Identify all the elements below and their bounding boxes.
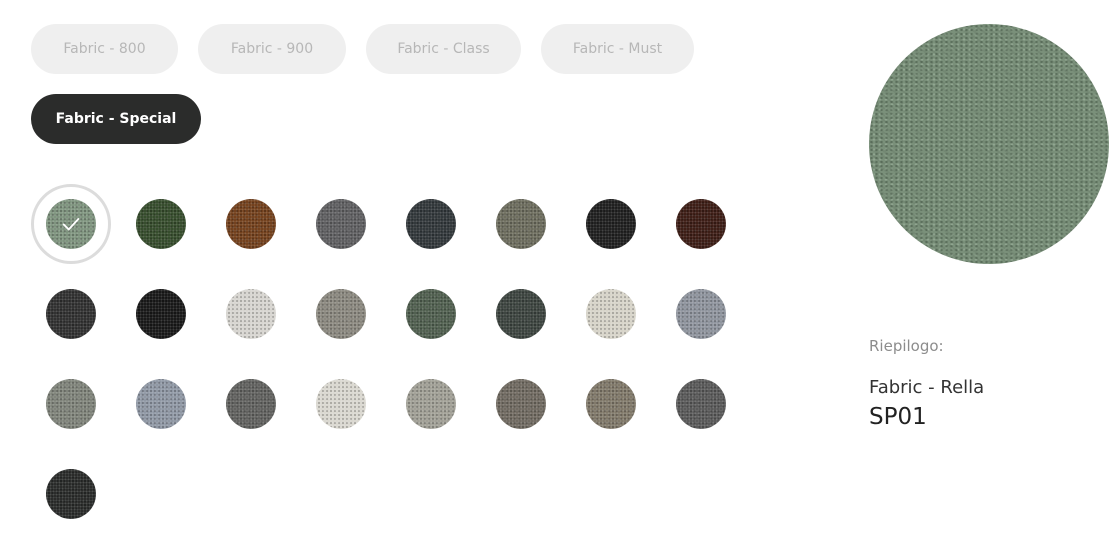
swatch-color-circle	[226, 289, 276, 339]
swatch-color-circle	[226, 199, 276, 249]
swatch-color-circle	[316, 289, 366, 339]
color-swatch[interactable]	[391, 364, 471, 444]
color-swatch[interactable]	[391, 184, 471, 264]
color-swatch[interactable]	[31, 454, 111, 534]
color-swatch[interactable]	[121, 364, 201, 444]
color-swatch[interactable]	[571, 184, 651, 264]
tab-fabric-900[interactable]: Fabric - 900	[198, 24, 346, 74]
swatch-color-circle	[406, 379, 456, 429]
swatch-color-circle	[496, 289, 546, 339]
swatch-color-circle	[406, 289, 456, 339]
color-swatch[interactable]	[571, 274, 651, 354]
swatch-color-circle	[676, 379, 726, 429]
color-swatch[interactable]	[211, 184, 291, 264]
swatch-color-circle	[46, 469, 96, 519]
swatch-color-circle	[406, 199, 456, 249]
summary-fabric-name: Fabric - Rella	[869, 377, 985, 398]
tab-fabric-special[interactable]: Fabric - Special	[31, 94, 201, 144]
swatch-color-circle	[316, 379, 366, 429]
tab-fabric-800[interactable]: Fabric - 800	[31, 24, 178, 74]
swatch-color-circle	[316, 199, 366, 249]
color-swatch[interactable]	[301, 364, 381, 444]
color-swatch[interactable]	[481, 364, 561, 444]
color-swatch[interactable]	[211, 364, 291, 444]
color-swatch[interactable]	[121, 184, 201, 264]
tab-fabric-class[interactable]: Fabric - Class	[366, 24, 521, 74]
color-swatch[interactable]	[481, 184, 561, 264]
swatch-color-circle	[136, 199, 186, 249]
color-swatch[interactable]	[301, 184, 381, 264]
color-swatch[interactable]	[571, 364, 651, 444]
color-swatch[interactable]	[301, 274, 381, 354]
color-swatch[interactable]	[481, 274, 561, 354]
summary-label: Riepilogo:	[869, 337, 944, 355]
swatch-color-circle	[676, 199, 726, 249]
swatch-color-circle	[136, 289, 186, 339]
swatch-color-circle	[496, 379, 546, 429]
swatch-color-circle	[586, 289, 636, 339]
swatch-color-circle	[46, 289, 96, 339]
swatch-color-circle	[586, 379, 636, 429]
color-swatch[interactable]	[391, 274, 471, 354]
tab-label: Fabric - Must	[572, 41, 663, 57]
tab-label: Fabric - Special	[55, 111, 177, 127]
fabric-preview	[869, 24, 1109, 264]
color-swatch[interactable]	[211, 274, 291, 354]
color-swatch[interactable]	[661, 274, 741, 354]
color-swatch[interactable]	[31, 364, 111, 444]
tab-label: Fabric - 900	[230, 41, 314, 57]
color-swatch[interactable]	[661, 364, 741, 444]
color-swatch[interactable]	[31, 274, 111, 354]
color-swatch[interactable]	[661, 184, 741, 264]
tab-fabric-must[interactable]: Fabric - Must	[541, 24, 694, 74]
summary-fabric-code: SP01	[869, 404, 927, 430]
swatch-color-circle	[136, 379, 186, 429]
swatch-color-circle	[46, 379, 96, 429]
swatch-color-circle	[46, 199, 96, 249]
color-swatch[interactable]	[31, 184, 111, 264]
check-icon	[62, 218, 80, 231]
swatch-color-circle	[226, 379, 276, 429]
tab-label: Fabric - Class	[397, 41, 490, 57]
swatch-color-circle	[496, 199, 546, 249]
swatch-color-circle	[586, 199, 636, 249]
tab-label: Fabric - 800	[63, 41, 146, 57]
swatch-color-circle	[676, 289, 726, 339]
color-swatch[interactable]	[121, 274, 201, 354]
